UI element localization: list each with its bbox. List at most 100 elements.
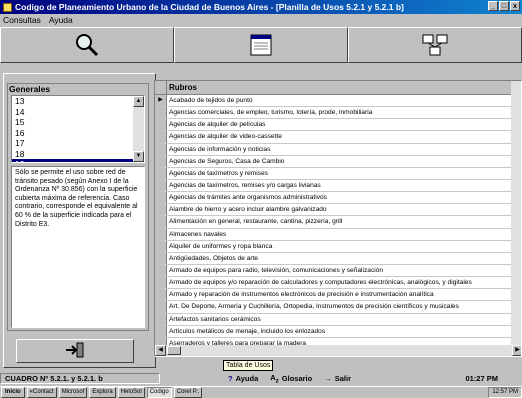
row-selector[interactable]	[155, 192, 167, 204]
rubro-cell[interactable]: Armado de equipos y/o reparación de calc…	[167, 277, 521, 288]
rubro-cell[interactable]: Alquiler de uniformes y ropa blanca	[167, 241, 521, 252]
exit-status-button[interactable]: → Salir	[324, 374, 351, 383]
glossary-button[interactable]: Az Glosario	[270, 373, 312, 385]
scroll-down-icon[interactable]: ▼	[133, 151, 144, 162]
maximize-button[interactable]: □	[499, 1, 509, 11]
rubro-cell[interactable]: Artículos metálicos de menaje, incluido …	[167, 326, 521, 337]
taskbar-task[interactable]: «Contact	[26, 387, 57, 398]
taskbar-task[interactable]: Explora	[89, 387, 116, 398]
exit-button[interactable]	[16, 339, 134, 363]
grid-row[interactable]: Art. De Deporte, Armería y Cuchillería, …	[155, 301, 521, 314]
code-list[interactable]: 13 14 15 16 17 18 19 ▲ ▼	[11, 95, 145, 163]
rubro-cell[interactable]: Agencias comerciales, de empleo, turismo…	[167, 107, 521, 118]
rubro-cell[interactable]: Alambre de hierro y acero incluir alambr…	[167, 204, 521, 215]
code-item[interactable]: 19	[12, 159, 144, 162]
rubro-cell[interactable]: Agencias de alquiler de películas	[167, 119, 521, 130]
taskbar-task[interactable]: Corel P..	[173, 387, 203, 398]
scroll-up-icon[interactable]: ▲	[133, 96, 144, 107]
row-selector[interactable]	[155, 252, 167, 264]
grid-row[interactable]: Armado y reparación de instrumentos elec…	[155, 289, 521, 302]
scroll-right-icon[interactable]: ▶	[512, 345, 521, 356]
row-selector[interactable]	[155, 228, 167, 240]
taskbar-task[interactable]: Microsof	[58, 387, 88, 398]
grid-row[interactable]: Almacenes navales	[155, 228, 521, 241]
code-list-scrollbar[interactable]: ▲ ▼	[133, 96, 144, 162]
code-item[interactable]: 13	[12, 96, 144, 107]
minimize-button[interactable]: _	[488, 1, 498, 11]
rubro-cell[interactable]: Agencias de Seguros, Casa de Cambio	[167, 156, 521, 167]
document-button[interactable]	[174, 27, 348, 63]
row-selector[interactable]	[155, 179, 167, 192]
grid-row[interactable]: ▶ Acabado de tejidos de punto	[155, 95, 521, 108]
row-selector[interactable]	[155, 143, 167, 155]
row-pointer-icon[interactable]: ▶	[155, 95, 167, 107]
grid-row[interactable]: Alquiler de uniformes y ropa blanca	[155, 240, 521, 253]
grid-row[interactable]: Agencias de información y noticias	[155, 143, 521, 156]
rubro-cell[interactable]: Alimentación en general, restaurante, ca…	[167, 216, 521, 227]
rubro-cell[interactable]: Armado de equipos para radio, televisión…	[167, 265, 521, 276]
code-item[interactable]: 15	[12, 117, 144, 128]
rubro-cell[interactable]: Agencias de taxímetros, remises y/o carg…	[167, 180, 521, 191]
grid-row[interactable]: Alimentación en general, restaurante, ca…	[155, 216, 521, 229]
taskbar-task[interactable]: HeloSol	[117, 387, 145, 398]
help-button[interactable]: ? Ayuda	[228, 374, 258, 383]
network-button[interactable]	[348, 27, 522, 63]
row-selector[interactable]	[155, 216, 167, 228]
row-selector[interactable]	[155, 131, 167, 143]
row-selector[interactable]	[155, 240, 167, 252]
rubro-cell[interactable]: Agencias de taxímetros y remises	[167, 168, 521, 179]
code-item[interactable]: 18	[12, 149, 144, 160]
rubros-grid[interactable]: Rubros ▶ Acabado de tejidos de punto Agenc…	[154, 80, 522, 357]
row-selector[interactable]	[155, 313, 167, 325]
code-item[interactable]: 17	[12, 138, 144, 149]
row-selector[interactable]	[155, 155, 167, 167]
grid-row[interactable]: Agencias de taxímetros, remises y/o carg…	[155, 179, 521, 193]
taskbar-task[interactable]: Codigo	[146, 387, 172, 398]
grid-row[interactable]: Armado de equipos y/o reparación de calc…	[155, 277, 521, 290]
code-item[interactable]: 14	[12, 107, 144, 118]
grid-row[interactable]: Agencias comerciales, de empleo, turismo…	[155, 107, 521, 120]
grid-row[interactable]: Agencias de trámites ante organismos adm…	[155, 192, 521, 205]
grid-row[interactable]: Antigüedades, Objetos de arte	[155, 252, 521, 265]
grid-row[interactable]: Agencias de alquiler de películas	[155, 119, 521, 132]
rubro-cell[interactable]: Acabado de tejidos de punto	[167, 95, 521, 106]
row-selector[interactable]	[155, 289, 167, 301]
grid-row[interactable]: Agencias de alquiler de video-cassette	[155, 131, 521, 144]
scroll-thumb[interactable]	[167, 346, 181, 355]
close-button[interactable]: x	[510, 1, 520, 11]
row-selector[interactable]	[155, 107, 167, 119]
row-selector[interactable]	[155, 325, 167, 337]
code-item[interactable]: 16	[12, 128, 144, 139]
menu-ayuda[interactable]: Ayuda	[49, 15, 73, 25]
menu-consultas[interactable]: Consultas	[3, 15, 41, 25]
grid-row[interactable]: Artefactos sanitarios cerámicos	[155, 313, 521, 326]
rubro-cell[interactable]: Agencias de información y noticias	[167, 144, 521, 155]
grid-row[interactable]: Artículos metálicos de menaje, incluido …	[155, 325, 521, 338]
grid-row[interactable]: Agencias de Seguros, Casa de Cambio	[155, 155, 521, 168]
grid-header: Rubros	[155, 81, 521, 95]
rubro-cell[interactable]: Art. De Deporte, Armería y Cuchillería, …	[167, 301, 521, 312]
grid-hscrollbar[interactable]: ◀ ▶	[155, 345, 521, 356]
row-selector[interactable]	[155, 277, 167, 289]
rubro-cell[interactable]: Almacenes navales	[167, 229, 521, 240]
grid-row[interactable]: Agencias de taxímetros y remises	[155, 167, 521, 180]
grid-vscrollbar[interactable]	[511, 81, 521, 346]
grid-row[interactable]: Alambre de hierro y acero incluir alambr…	[155, 204, 521, 217]
rubro-cell[interactable]: Armado y reparación de instrumentos elec…	[167, 289, 521, 300]
row-selector[interactable]	[155, 301, 167, 313]
row-selector[interactable]	[155, 119, 167, 131]
start-button[interactable]: Inicio	[1, 387, 25, 398]
rubro-cell[interactable]: Agencias de alquiler de video-cassette	[167, 131, 521, 142]
rubro-cell[interactable]: Artefactos sanitarios cerámicos	[167, 314, 521, 325]
search-button[interactable]	[0, 27, 174, 63]
rubro-cell[interactable]: Antigüedades, Objetos de arte	[167, 253, 521, 264]
status-bar: CUADRO Nº 5.2.1. y 5.2.1. b ? Ayuda Az G…	[0, 372, 522, 385]
title-bar[interactable]: Codigo de Planeamiento Urbano de la Ciud…	[0, 0, 522, 14]
grid-row[interactable]: Armado de equipos para radio, televisión…	[155, 264, 521, 278]
row-selector[interactable]	[155, 264, 167, 277]
row-selector[interactable]	[155, 204, 167, 216]
grid-header-rubros[interactable]: Rubros	[167, 81, 521, 94]
scroll-left-icon[interactable]: ◀	[155, 345, 166, 356]
rubro-cell[interactable]: Agencias de trámites ante organismos adm…	[167, 192, 521, 203]
row-selector[interactable]	[155, 167, 167, 179]
